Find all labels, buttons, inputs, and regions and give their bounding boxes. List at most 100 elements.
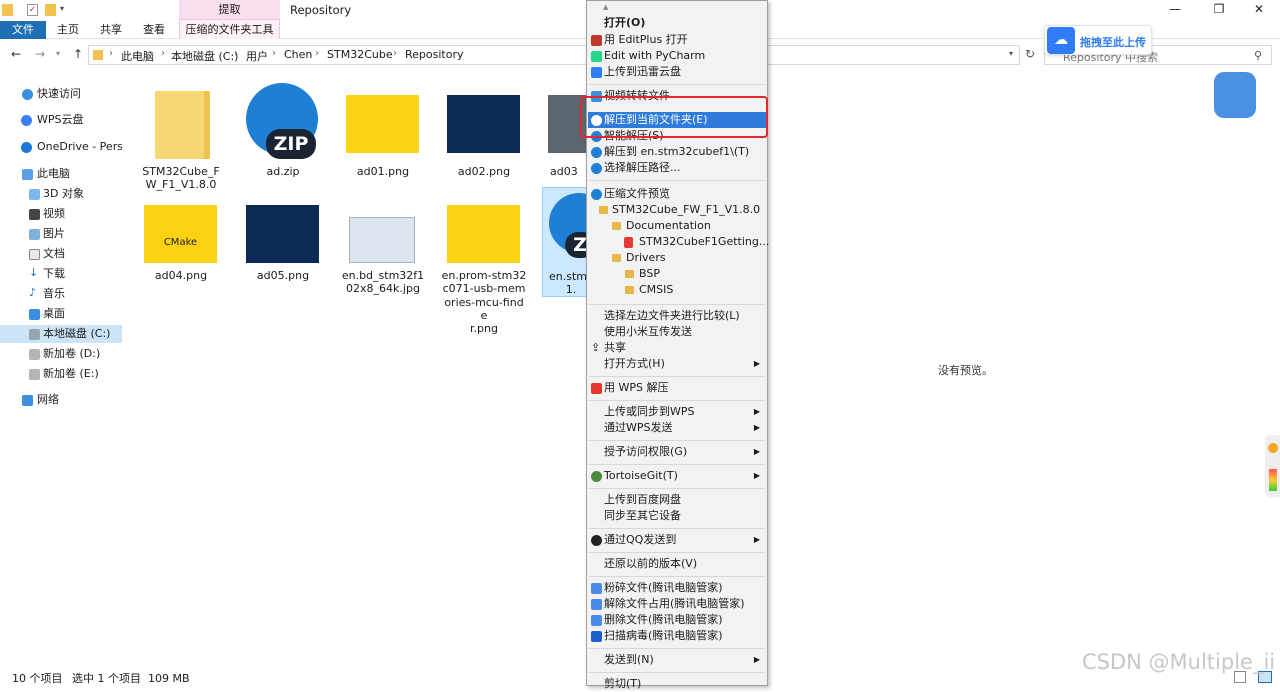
close-button[interactable]: ✕ [1244,2,1274,18]
folder-icon [93,50,103,60]
breadcrumb-chen[interactable]: Chen [284,48,312,61]
menu-item-archive-folder[interactable]: STM32Cube_FW_F1_V1.8.0 [588,202,766,218]
sidebar-item-music[interactable]: ♪ 音乐 [0,285,122,303]
menu-item-grant-access[interactable]: 授予访问权限(G) ▶ [588,444,766,460]
back-arrow-icon[interactable]: ← [8,46,24,62]
file-item[interactable]: ad05.png [240,193,326,303]
menu-item-xunlei-upload[interactable]: 上传到迅雷云盘 [588,64,766,80]
breadcrumb-repository[interactable]: Repository [405,48,464,61]
new-folder-icon[interactable] [45,4,56,16]
menu-item-sync-devices[interactable]: 同步至其它设备 [588,508,766,524]
menu-item-restore-versions[interactable]: 还原以前的版本(V) [588,556,766,572]
tab-home[interactable]: 主页 [50,21,86,39]
minimize-button[interactable]: — [1160,2,1190,18]
sidebar-item-quick-access[interactable]: 快速访问 [0,85,122,103]
menu-item-tortoisegit[interactable]: TortoiseGit(T) ▶ [588,468,766,484]
sidebar-item-onedrive[interactable]: OneDrive - Persor [0,138,122,156]
sidebar-item-wps-cloud[interactable]: WPS云盘 [0,111,122,129]
menu-item-wps-send[interactable]: 通过WPS发送 ▶ [588,420,766,436]
drive-icon [29,369,40,380]
sidebar-item-network[interactable]: 网络 [0,391,122,409]
file-item[interactable]: ad02.png [441,83,527,193]
customize-toolbar-icon[interactable]: ▾ [60,4,71,16]
sidebar-item-local-disk-c[interactable]: 本地磁盘 (C:) [0,325,122,343]
side-widget[interactable] [1265,435,1280,497]
menu-item-wps-extract[interactable]: 用 WPS 解压 [588,380,766,396]
file-item[interactable]: en.prom-stm32 c071-usb-mem ories-mcu-fin… [441,193,527,335]
menu-item-xiaomi-share[interactable]: 使用小米互传发送 [588,324,766,340]
separator-icon: › [161,48,165,59]
file-item[interactable]: CMake ad04.png [138,193,224,303]
file-item[interactable]: ZIP ad.zip [240,83,326,193]
menu-item-virus-scan[interactable]: 扫描病毒(腾讯电脑管家) [588,628,766,644]
sidebar-item-volume-e[interactable]: 新加卷 (E:) [0,365,122,383]
context-tab-header: 提取 [179,0,280,19]
menu-item-pycharm[interactable]: Edit with PyCharm [588,48,766,64]
level-bar-icon [1269,469,1277,491]
menu-item-qq-send[interactable]: 通过QQ发送到 ▶ [588,532,766,548]
address-bar[interactable]: › 此电脑 › 本地磁盘 (C:) › 用户 › Chen › STM32Cub… [88,45,1020,65]
maximize-button[interactable]: ❐ [1204,2,1234,18]
menu-item-archive-preview[interactable]: 压缩文件预览 [588,186,766,202]
menu-item-delete-file[interactable]: 删除文件(腾讯电脑管家) [588,612,766,628]
sidebar-item-volume-d[interactable]: 新加卷 (D:) [0,345,122,363]
file-item[interactable]: en.bd_stm32f1 02x8_64k.jpg [340,193,426,303]
menu-item-unlock-file[interactable]: 解除文件占用(腾讯电脑管家) [588,596,766,612]
sidebar-item-desktop[interactable]: 桌面 [0,305,122,323]
menu-item-archive-folder[interactable]: BSP [588,266,766,282]
tab-compressed-folder-tools[interactable]: 压缩的文件夹工具 [179,19,280,39]
sidebar-item-pictures[interactable]: 图片 [0,225,122,243]
search-icon: ⚲ [1254,49,1263,62]
menu-item-open[interactable]: 打开(O) [588,15,766,31]
sidebar-item-downloads[interactable]: ↓ 下载 [0,265,122,283]
menu-item-shred-file[interactable]: 粉碎文件(腾讯电脑管家) [588,580,766,596]
bandizip-icon [591,189,602,200]
menu-item-archive-folder[interactable]: Documentation [588,218,766,234]
breadcrumb-stm32cube[interactable]: STM32Cube [327,48,393,61]
menu-item-share[interactable]: ⇪ 共享 [588,340,766,356]
breadcrumb-this-pc[interactable]: 此电脑 [121,48,154,64]
scroll-up-icon[interactable]: ▲ [603,3,608,11]
recent-dropdown-icon[interactable]: ▾ [50,46,66,62]
pycharm-icon [591,51,602,62]
refresh-icon[interactable]: ↻ [1022,46,1038,62]
menu-item-send-to[interactable]: 发送到(N) ▶ [588,652,766,668]
menu-separator [589,376,765,377]
menu-item-open-with[interactable]: 打开方式(H) ▶ [588,356,766,372]
menu-item-archive-folder[interactable]: CMSIS [588,282,766,298]
submenu-arrow-icon: ▶ [753,407,760,416]
file-item[interactable]: STM32Cube_F W_F1_V1.8.0 [138,83,224,193]
sidebar-item-documents[interactable]: 文档 [0,245,122,263]
menu-item-editplus[interactable]: 用 EditPlus 打开 [588,32,766,48]
sidebar-item-videos[interactable]: 视频 [0,205,122,223]
tab-file[interactable]: 文件 [0,21,46,39]
badge-icon [1268,443,1278,453]
menu-separator [589,488,765,489]
menu-item-choose-extract-path[interactable]: 选择解压路径... [588,160,766,176]
breadcrumb-local-disk-c[interactable]: 本地磁盘 (C:) [171,48,238,64]
onedrive-icon [21,142,32,153]
menu-item-archive-folder[interactable]: Drivers [588,250,766,266]
menu-item-compare-folder[interactable]: 选择左边文件夹进行比较(L) [588,308,766,324]
menu-item-baidu-upload[interactable]: 上传到百度网盘 [588,492,766,508]
image-thumbnail [447,205,520,263]
menu-item-extract-to-folder[interactable]: 解压到 en.stm32cubef1\(T) [588,144,766,160]
qq-icon [591,535,602,546]
zip-badge: ZIP [266,129,316,159]
file-item[interactable]: ad01.png [340,83,426,193]
breadcrumb-users[interactable]: 用户 [246,48,268,64]
up-arrow-icon[interactable]: ↑ [70,46,86,62]
selected-file-item[interactable]: Z en.stm3 1. [542,187,609,297]
properties-icon[interactable]: ✓ [27,4,38,16]
upload-widget[interactable]: ☁ 拖拽至此上传 [1044,25,1152,55]
star-icon [22,89,33,100]
tencent-bird-icon[interactable] [1214,72,1256,118]
menu-item-wps-upload[interactable]: 上传或同步到WPS ▶ [588,404,766,420]
menu-item-archive-file[interactable]: STM32CubeF1Getting... [588,234,769,250]
address-dropdown-icon[interactable]: ▾ [1009,49,1013,58]
forward-arrow-icon[interactable]: → [32,46,48,62]
sidebar-item-3d-objects[interactable]: 3D 对象 [0,185,122,203]
tab-share[interactable]: 共享 [93,21,129,39]
sidebar-item-this-pc[interactable]: 此电脑 [0,165,122,183]
tab-view[interactable]: 查看 [136,21,172,39]
